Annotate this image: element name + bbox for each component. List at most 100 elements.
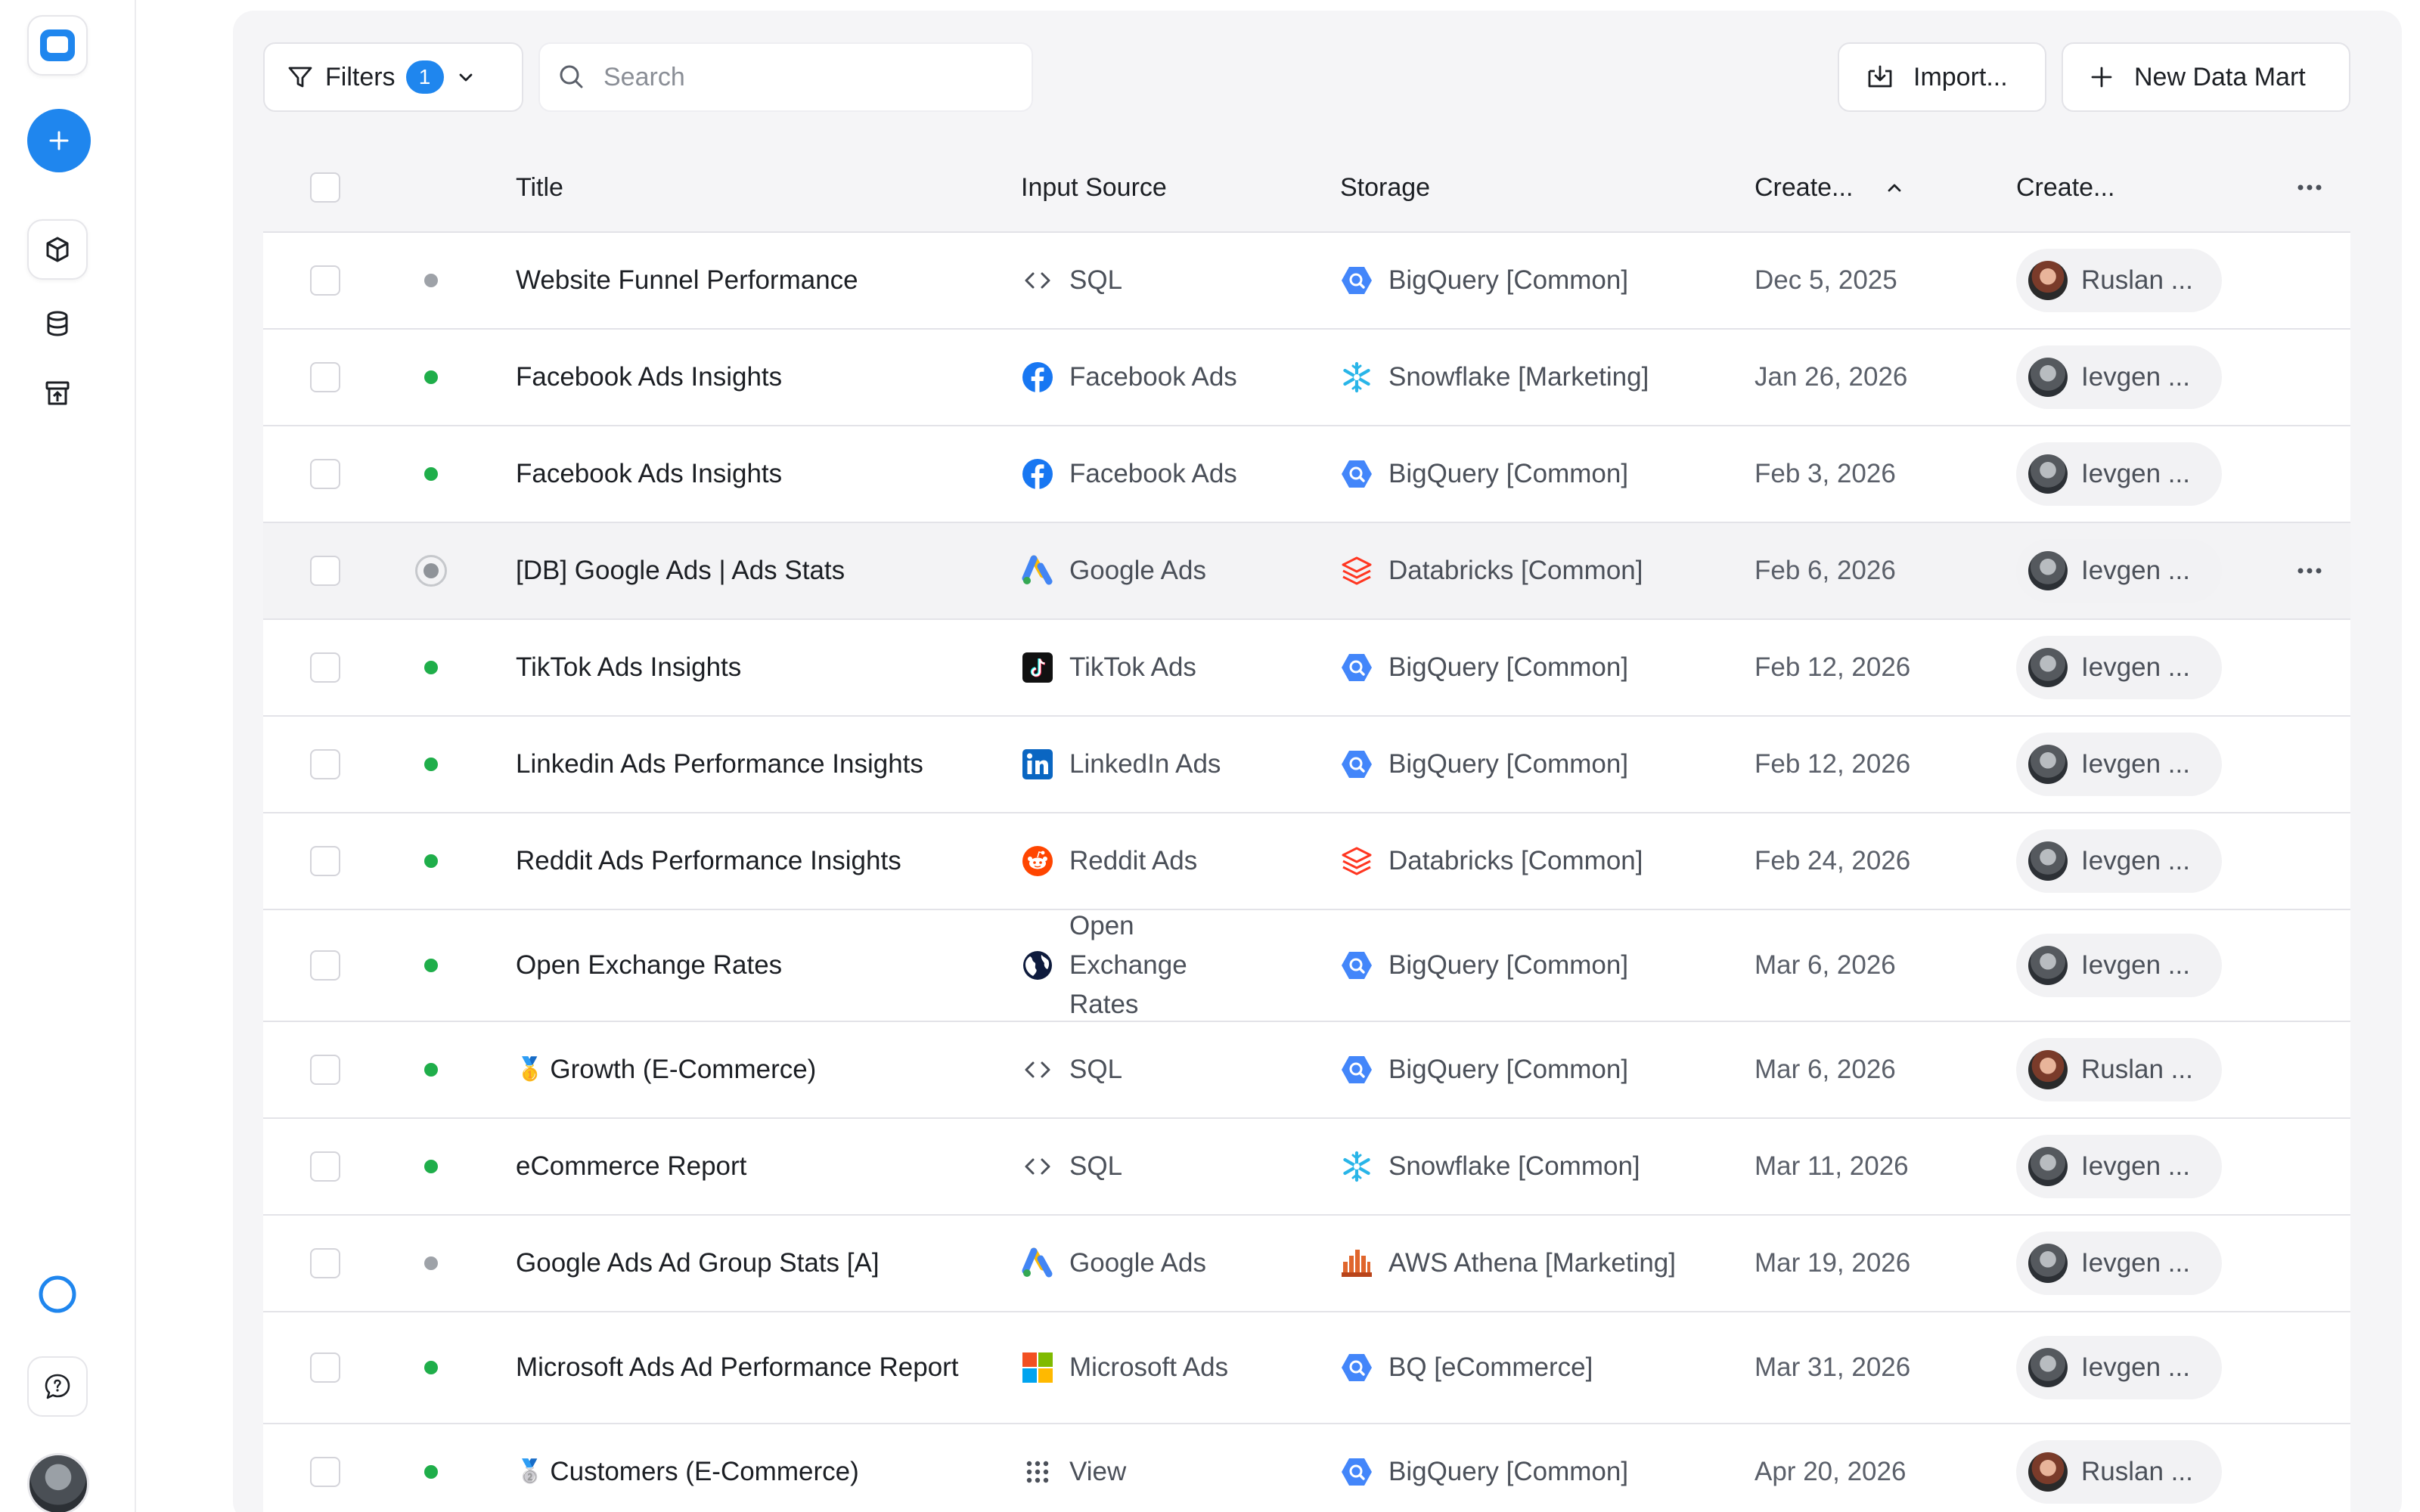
- column-storage[interactable]: Storage: [1340, 173, 1430, 203]
- select-all-checkbox[interactable]: [310, 172, 340, 203]
- row-title[interactable]: Google Ads Ad Group Stats [A]: [516, 1216, 985, 1311]
- user-avatar[interactable]: [27, 1453, 89, 1512]
- logo-icon: [40, 29, 75, 61]
- table-row[interactable]: Reddit Ads Performance Insights Reddit Ad…: [263, 813, 2350, 910]
- nav-storages[interactable]: [27, 293, 88, 354]
- table-row[interactable]: [DB] Google Ads | Ads Stats Google Ads Dat…: [263, 523, 2350, 620]
- row-title[interactable]: Linkedin Ads Performance Insights: [516, 717, 985, 812]
- title-medal-icon: 🥇: [516, 1057, 544, 1082]
- status-dot-green: [424, 1361, 438, 1374]
- status-dot-green: [424, 1160, 438, 1173]
- more-horizontal-icon[interactable]: [2294, 183, 2325, 192]
- status-dot-green: [424, 370, 438, 384]
- row-title[interactable]: Website Funnel Performance: [516, 233, 985, 328]
- circle-status-icon: [39, 1275, 76, 1313]
- table-row[interactable]: TikTok Ads Insights TikTok Ads BigQuery [C…: [263, 620, 2350, 717]
- owner-chip[interactable]: Ruslan ...: [2016, 249, 2222, 312]
- row-checkbox[interactable]: [310, 749, 340, 779]
- owner-name: Ruslan ...: [2081, 1457, 2193, 1486]
- status-dot-green: [424, 1063, 438, 1077]
- row-title[interactable]: [DB] Google Ads | Ads Stats: [516, 523, 985, 618]
- table-row[interactable]: 🥇 Growth (E-Commerce) SQL BigQuery [Common]…: [263, 1022, 2350, 1119]
- row-checkbox[interactable]: [310, 1055, 340, 1085]
- owner-chip[interactable]: Ievgen ...: [2016, 1135, 2222, 1198]
- owner-chip[interactable]: Ievgen ...: [2016, 1336, 2222, 1399]
- row-checkbox[interactable]: [310, 1151, 340, 1182]
- search-input[interactable]: Search: [538, 42, 1033, 112]
- table-row[interactable]: Linkedin Ads Performance Insights LinkedI…: [263, 717, 2350, 813]
- row-title-text: Growth (E-Commerce): [550, 1055, 817, 1084]
- globe-icon: [1021, 949, 1054, 982]
- owner-avatar: [2028, 1452, 2068, 1492]
- owner-chip[interactable]: Ievgen ...: [2016, 733, 2222, 796]
- row-checkbox[interactable]: [310, 265, 340, 296]
- owner-chip[interactable]: Ruslan ...: [2016, 1038, 2222, 1101]
- app-logo[interactable]: [27, 15, 88, 76]
- linkedin-icon: [1021, 748, 1054, 781]
- row-checkbox[interactable]: [310, 1248, 340, 1278]
- row-title[interactable]: eCommerce Report: [516, 1119, 985, 1214]
- status-ring[interactable]: [27, 1264, 88, 1325]
- table-row[interactable]: Facebook Ads Insights Facebook Ads Snowfla…: [263, 330, 2350, 426]
- row-title[interactable]: Microsoft Ads Ad Performance Report: [516, 1312, 985, 1423]
- row-title-text: TikTok Ads Insights: [516, 652, 742, 682]
- table-row[interactable]: Google Ads Ad Group Stats [A] Google Ads A…: [263, 1216, 2350, 1312]
- row-title[interactable]: Facebook Ads Insights: [516, 426, 985, 522]
- nav-destinations[interactable]: [27, 363, 88, 423]
- plus-icon: [49, 131, 69, 150]
- owner-chip[interactable]: Ievgen ...: [2016, 934, 2222, 997]
- column-input-source[interactable]: Input Source: [1021, 168, 1167, 207]
- status-radio[interactable]: [415, 555, 447, 587]
- row-created-at: Feb 12, 2026: [1754, 749, 1911, 779]
- row-checkbox[interactable]: [310, 362, 340, 392]
- create-button[interactable]: [27, 109, 91, 172]
- support-chat-button[interactable]: [27, 1356, 88, 1417]
- athena-icon: [1340, 1247, 1373, 1280]
- row-title[interactable]: Open Exchange Rates: [516, 910, 985, 1021]
- code-icon: [1021, 264, 1054, 297]
- row-checkbox[interactable]: [310, 950, 340, 981]
- table-row[interactable]: Website Funnel Performance SQL BigQuery [C…: [263, 233, 2350, 330]
- owner-chip[interactable]: Ievgen ...: [2016, 829, 2222, 893]
- owner-name: Ievgen ...: [2081, 556, 2190, 585]
- row-more-icon[interactable]: [2294, 566, 2325, 575]
- row-title[interactable]: TikTok Ads Insights: [516, 620, 985, 715]
- owner-avatar: [2028, 946, 2068, 985]
- sort-ascending-icon[interactable]: [1883, 176, 1906, 199]
- owner-chip[interactable]: Ievgen ...: [2016, 442, 2222, 506]
- table-row[interactable]: eCommerce Report SQL Snowflake [Common] Mar…: [263, 1119, 2350, 1216]
- row-storage: BigQuery [Common]: [1388, 1457, 1629, 1486]
- column-created-by[interactable]: Create...: [2016, 173, 2114, 203]
- row-checkbox[interactable]: [310, 652, 340, 683]
- row-created-at: Mar 6, 2026: [1754, 1055, 1896, 1084]
- row-checkbox[interactable]: [310, 1457, 340, 1487]
- row-title[interactable]: Facebook Ads Insights: [516, 330, 985, 425]
- owner-chip[interactable]: Ruslan ...: [2016, 1440, 2222, 1504]
- row-title[interactable]: Reddit Ads Performance Insights: [516, 813, 985, 909]
- table-body: Website Funnel Performance SQL BigQuery [C…: [263, 233, 2350, 1512]
- owner-chip[interactable]: Ievgen ...: [2016, 345, 2222, 409]
- filters-button[interactable]: Filters 1: [263, 42, 523, 112]
- nav-data-marts[interactable]: [27, 219, 88, 280]
- title-medal-icon: 🥈: [516, 1459, 544, 1484]
- table-row[interactable]: Microsoft Ads Ad Performance Report Micro…: [263, 1312, 2350, 1424]
- owner-chip[interactable]: Ievgen ...: [2016, 539, 2222, 603]
- row-checkbox[interactable]: [310, 556, 340, 586]
- row-title[interactable]: 🥇 Growth (E-Commerce): [516, 1022, 985, 1117]
- owner-chip[interactable]: Ievgen ...: [2016, 636, 2222, 699]
- import-button[interactable]: Import...: [1838, 42, 2046, 112]
- owner-chip[interactable]: Ievgen ...: [2016, 1232, 2222, 1295]
- table-row[interactable]: Facebook Ads Insights Facebook Ads BigQuer…: [263, 426, 2350, 523]
- column-title[interactable]: Title: [516, 168, 563, 207]
- row-checkbox[interactable]: [310, 459, 340, 489]
- table-row[interactable]: Open Exchange Rates Open Exchange Rates Bi…: [263, 910, 2350, 1022]
- table-row[interactable]: 🥈 Customers (E-Commerce) View BigQuery [Com…: [263, 1424, 2350, 1512]
- new-data-mart-button[interactable]: New Data Mart: [2062, 42, 2350, 112]
- row-created-at: Feb 6, 2026: [1754, 556, 1896, 585]
- bigquery-icon: [1340, 457, 1373, 491]
- owner-name: Ievgen ...: [2081, 362, 2190, 392]
- row-title[interactable]: 🥈 Customers (E-Commerce): [516, 1424, 985, 1512]
- row-checkbox[interactable]: [310, 1352, 340, 1383]
- row-checkbox[interactable]: [310, 846, 340, 876]
- column-created-at[interactable]: Create...: [1754, 173, 1853, 203]
